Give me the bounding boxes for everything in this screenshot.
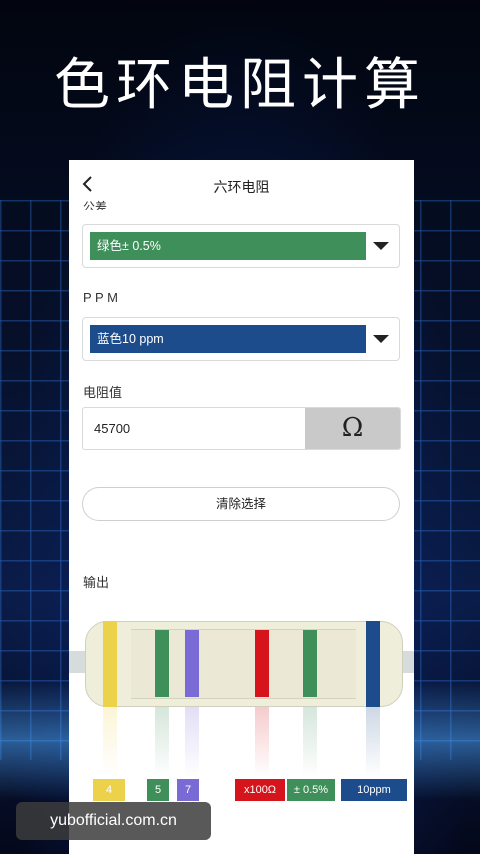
caret-down-icon: [373, 335, 389, 343]
band-tag-2: 5: [147, 779, 169, 801]
band-reflection-3: [185, 707, 199, 777]
promo-headline: 色环电阻计算: [54, 53, 426, 118]
clear-selection-button[interactable]: 清除选择: [82, 487, 400, 521]
resistance-input[interactable]: 45700: [94, 408, 130, 449]
ppm-select[interactable]: 蓝色10 ppm: [82, 317, 400, 361]
caret-down-icon: [373, 242, 389, 250]
app-screen: 六环电阻 公差 绿色± 0.5% P P M 蓝色10 ppm 电阻值 4570…: [69, 160, 414, 854]
ppm-selected-value: 蓝色10 ppm: [90, 325, 366, 353]
output-label: 输出: [83, 575, 110, 590]
tolerance-select[interactable]: 绿色± 0.5%: [82, 224, 400, 268]
tolerance-label: 公差: [83, 200, 108, 210]
color-band-3: [185, 630, 199, 697]
color-band-5: [303, 630, 317, 697]
tolerance-selected-value: 绿色± 0.5%: [90, 232, 366, 260]
band-reflection-2: [155, 707, 169, 777]
band-reflection-6: [366, 707, 380, 777]
band-tag-1: 4: [93, 779, 125, 801]
color-band-2: [155, 630, 169, 697]
band-reflection-1: [103, 707, 117, 777]
band-tag-3: 7: [177, 779, 199, 801]
resistance-input-row: 45700 Ω: [82, 407, 401, 450]
resistance-label: 电阻值: [83, 385, 123, 400]
nav-bar: 六环电阻: [69, 160, 414, 212]
color-band-1: [103, 621, 117, 707]
band-reflection-4: [255, 707, 269, 777]
color-band-6: [366, 621, 380, 707]
band-tag-6: 10ppm: [341, 779, 407, 801]
band-tag-5: ± 0.5%: [287, 779, 335, 801]
unit-button[interactable]: Ω: [305, 408, 400, 449]
color-band-4: [255, 630, 269, 697]
band-tag-4: x100Ω: [235, 779, 285, 801]
watermark: yubofficial.com.cn: [16, 802, 211, 840]
resistor-diagram: [69, 615, 414, 715]
page-title: 六环电阻: [213, 179, 270, 195]
ppm-label: P P M: [83, 290, 118, 305]
band-reflection-5: [303, 707, 317, 777]
